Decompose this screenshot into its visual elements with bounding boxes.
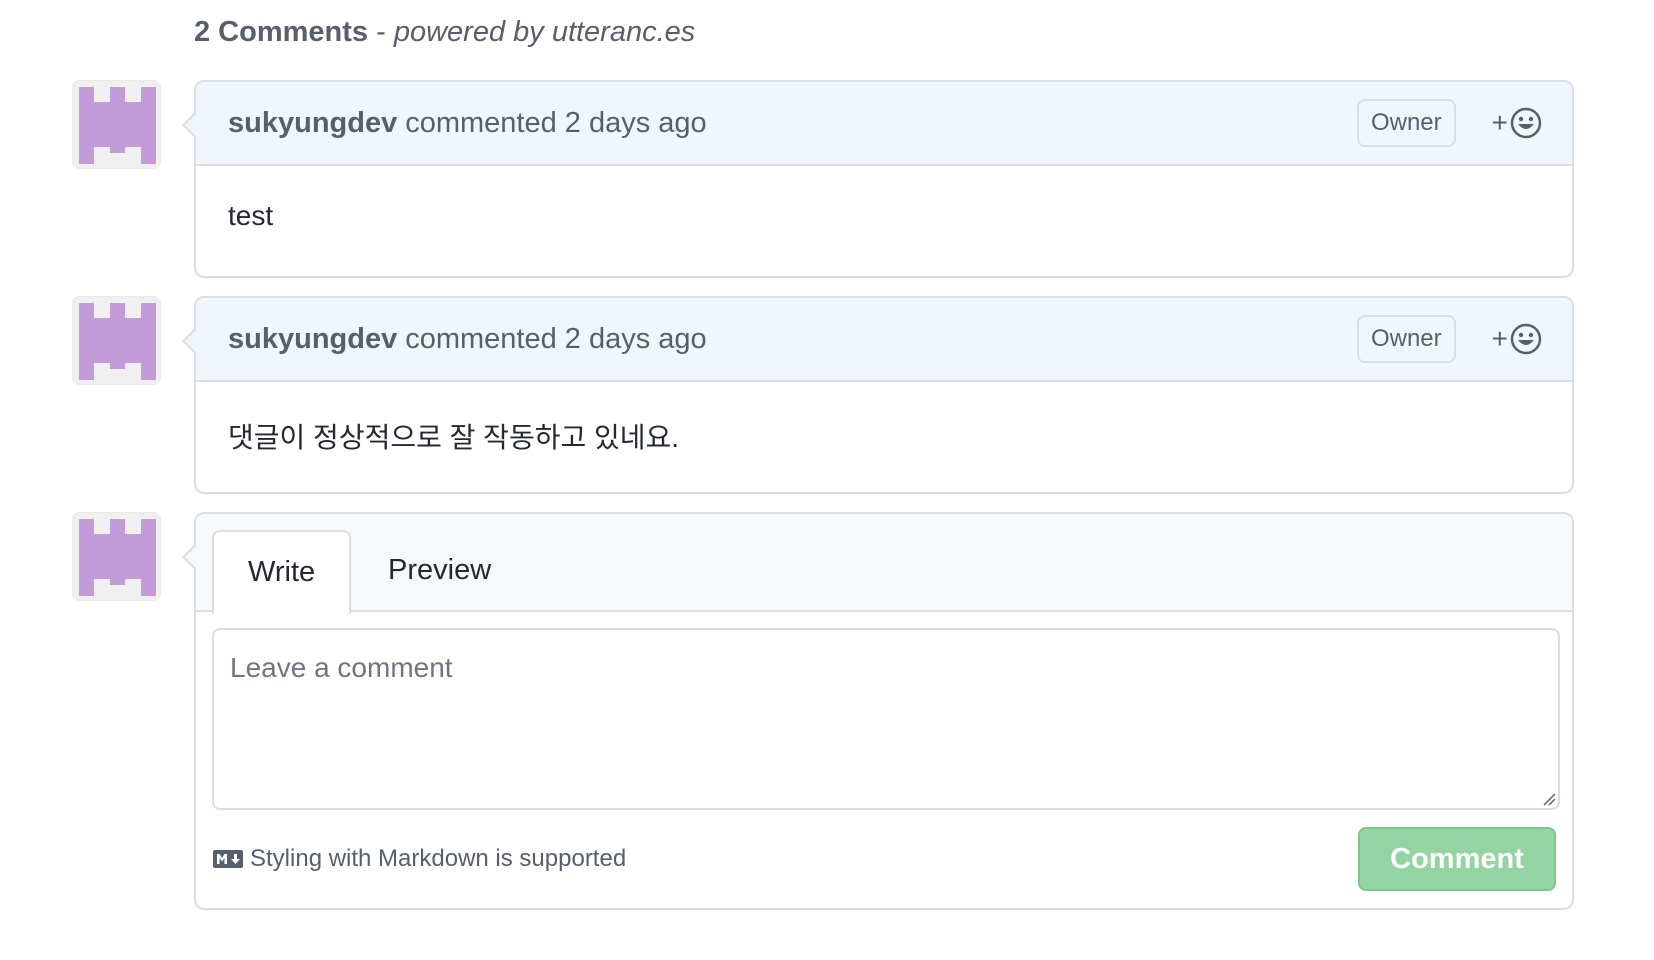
tab-write[interactable]: Write	[212, 530, 352, 614]
tab-preview[interactable]: Preview	[354, 530, 525, 612]
plus-icon: +	[1491, 107, 1508, 138]
comment-meta[interactable]: commented 2 days ago	[405, 323, 706, 356]
submit-comment-button[interactable]: Comment	[1358, 827, 1556, 891]
owner-badge: Owner	[1356, 99, 1456, 147]
resize-handle-icon[interactable]	[1540, 790, 1556, 806]
avatar	[72, 512, 161, 601]
editor-tabs: Write Preview	[196, 514, 1572, 614]
markdown-note[interactable]: Styling with Markdown is supported	[212, 845, 626, 873]
editor-body: Leave a comment Styling with Markdown is…	[196, 612, 1572, 908]
powered-by: powered by utteranc.es	[393, 16, 696, 48]
comment-card: sukyungdev commented 2 days ago Owner + …	[182, 296, 1574, 494]
identicon-icon	[73, 513, 160, 600]
plus-icon: +	[1491, 323, 1508, 354]
comment-count: 2 Comments	[194, 16, 369, 48]
comment-body: test	[228, 200, 274, 231]
identicon-icon	[73, 81, 160, 168]
markdown-note-text: Styling with Markdown is supported	[250, 845, 627, 872]
avatar[interactable]	[72, 80, 161, 169]
comment-textarea[interactable]: Leave a comment	[212, 628, 1560, 810]
owner-badge: Owner	[1356, 315, 1456, 363]
avatar[interactable]	[72, 296, 161, 385]
identicon-icon	[73, 297, 160, 384]
textarea-placeholder: Leave a comment	[230, 652, 453, 683]
header-separator: -	[368, 16, 394, 48]
smiley-icon	[1510, 323, 1542, 355]
comment-card: sukyungdev commented 2 days ago Owner + …	[182, 80, 1574, 278]
comment-header: sukyungdev commented 2 days ago Owner +	[196, 82, 1572, 166]
smiley-icon	[1510, 107, 1542, 139]
add-reaction-button[interactable]: +	[1492, 107, 1542, 139]
comment-meta[interactable]: commented 2 days ago	[405, 107, 706, 140]
comments-header: 2 Comments - powered by utteranc.es	[194, 14, 695, 50]
markdown-icon	[213, 850, 243, 868]
comment-author[interactable]: sukyungdev	[228, 107, 397, 140]
editor-footer: Styling with Markdown is supported Comme…	[212, 826, 1556, 892]
add-reaction-button[interactable]: +	[1492, 323, 1542, 355]
comment-author[interactable]: sukyungdev	[228, 323, 397, 356]
comment-editor: Write Preview Leave a comment Styling wi…	[182, 512, 1574, 910]
comment-body: 댓글이 정상적으로 잘 작동하고 있네요.	[228, 422, 680, 453]
comment-header: sukyungdev commented 2 days ago Owner +	[196, 298, 1572, 382]
